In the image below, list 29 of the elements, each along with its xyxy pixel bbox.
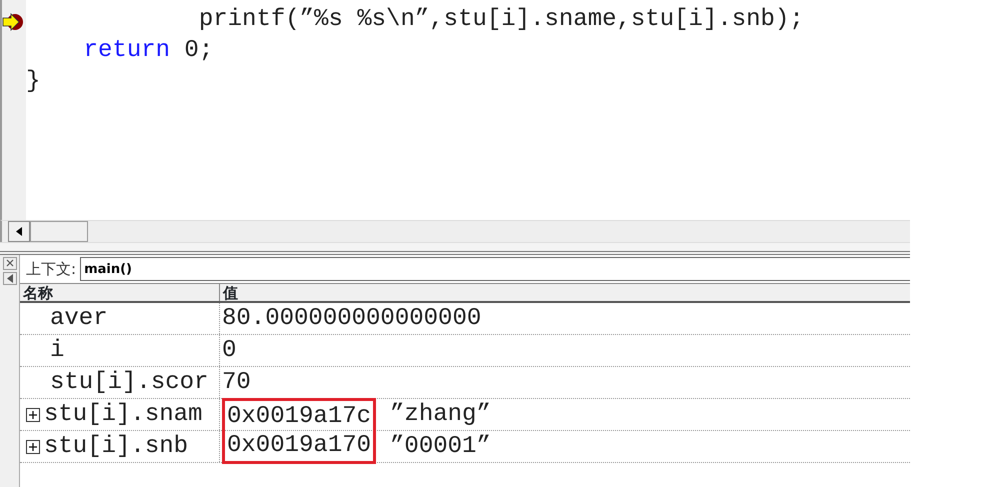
variable-name: i <box>50 336 64 366</box>
highlighted-value: 0x0019a170 <box>222 430 376 464</box>
variable-name: aver <box>50 304 108 334</box>
expand-icon[interactable] <box>26 440 40 454</box>
variable-name: stu[i].snb <box>44 432 188 462</box>
left-arrow-icon <box>16 227 22 236</box>
scroll-left-button[interactable] <box>8 221 30 242</box>
variable-name: stu[i].scor <box>50 368 208 398</box>
expand-icon[interactable] <box>26 408 40 422</box>
context-label: 上下文: <box>26 258 76 280</box>
scrollbar-thumb[interactable] <box>30 221 88 242</box>
splitter-bar[interactable] <box>0 242 910 255</box>
column-header[interactable]: 名称 <box>20 284 220 301</box>
collapse-arrow-button[interactable] <box>2 272 16 285</box>
column-header[interactable]: 值 <box>220 284 910 301</box>
left-arrow-icon <box>6 274 12 283</box>
context-field[interactable]: main() <box>80 257 910 281</box>
variable-value: 80.000000000000000 <box>222 304 482 334</box>
code-line: printf(”%s %s\n”,stu[i].sname,stu[i].snb); <box>198 5 805 35</box>
highlighted-value: 0x0019a17c <box>222 398 376 432</box>
string-value: ”zhang” <box>390 400 491 430</box>
code-line: return 0; <box>82 36 214 66</box>
string-value: ”00001” <box>390 432 491 462</box>
code-line: } <box>26 67 42 97</box>
variable-name: stu[i].snam <box>44 400 202 430</box>
close-icon <box>6 259 14 268</box>
close-button[interactable] <box>2 257 16 270</box>
variable-value: 70 <box>222 368 251 398</box>
variable-value: 0 <box>222 336 236 366</box>
